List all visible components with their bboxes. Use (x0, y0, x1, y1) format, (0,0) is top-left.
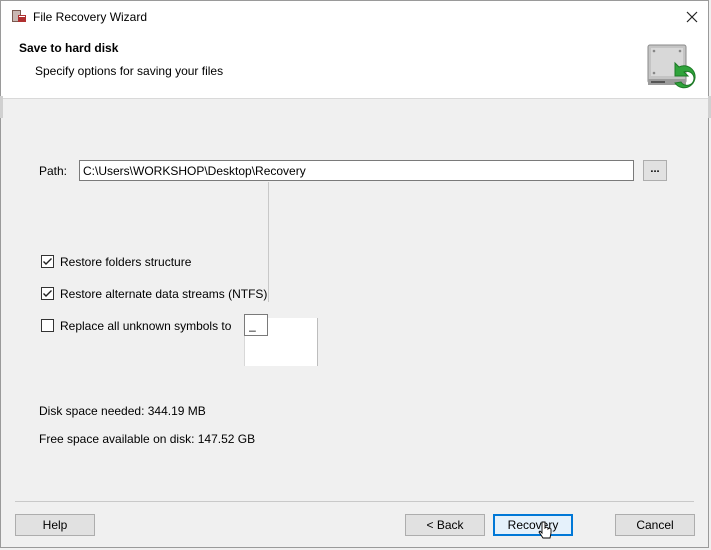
mouse-cursor-icon (538, 521, 552, 543)
restore-streams-label: Restore alternate data streams (NTFS) (60, 287, 268, 301)
page-title: Save to hard disk (19, 41, 119, 55)
close-icon (686, 11, 698, 23)
cancel-button[interactable]: Cancel (615, 514, 695, 536)
left-edge-mark (0, 96, 3, 118)
restore-folders-label: Restore folders structure (60, 255, 192, 269)
recovery-button[interactable]: Recovery (493, 514, 573, 536)
browse-button[interactable]: ... (643, 160, 667, 181)
free-space-available: Free space available on disk: 147.52 GB (39, 432, 256, 446)
hard-disk-icon (645, 43, 697, 91)
path-input[interactable] (79, 160, 634, 181)
window-title: File Recovery Wizard (33, 10, 148, 24)
checkmark-icon (43, 258, 52, 265)
replace-symbols-checkbox[interactable] (41, 319, 54, 332)
close-button[interactable] (677, 5, 707, 29)
back-button[interactable]: < Back (405, 514, 485, 536)
page-subtitle: Specify options for saving your files (35, 64, 224, 78)
wizard-header: Save to hard disk Specify options for sa… (1, 31, 708, 99)
restore-folders-checkbox[interactable] (41, 255, 54, 268)
checkmark-icon (43, 290, 52, 297)
replacement-symbol-input[interactable] (244, 314, 268, 336)
guide-line (268, 182, 269, 302)
app-icon (11, 8, 27, 24)
path-label: Path: (39, 164, 68, 178)
help-button[interactable]: Help (15, 514, 95, 536)
footer-separator (15, 501, 694, 502)
restore-streams-checkbox[interactable] (41, 287, 54, 300)
disk-space-needed: Disk space needed: 344.19 MB (39, 404, 206, 418)
title-bar: File Recovery Wizard (1, 1, 708, 31)
replace-symbols-label: Replace all unknown symbols to (60, 319, 232, 333)
